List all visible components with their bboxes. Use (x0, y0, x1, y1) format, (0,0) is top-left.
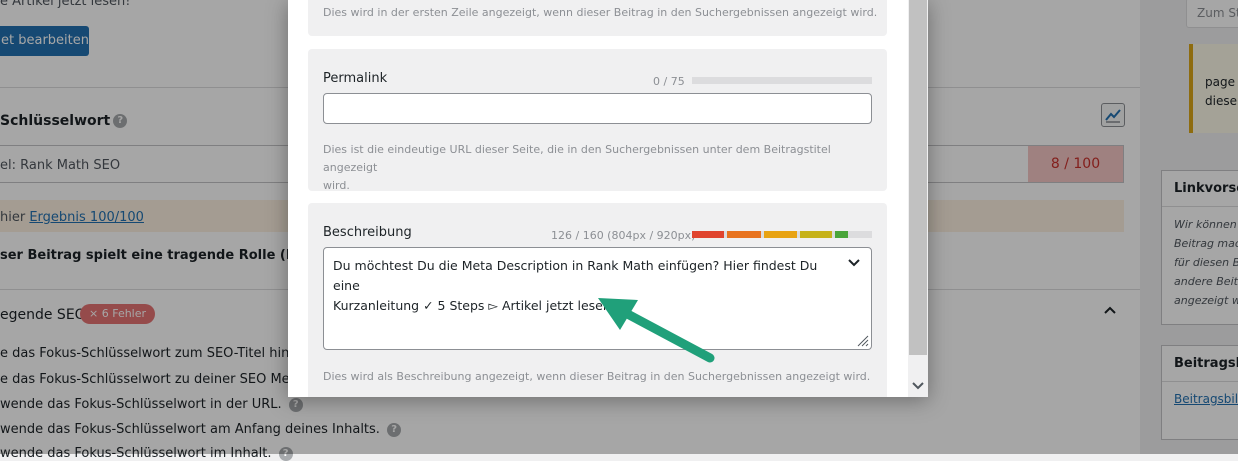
meter-segment (800, 231, 832, 238)
scroll-down-icon[interactable] (912, 381, 924, 391)
arrow-annotation-icon (598, 298, 715, 363)
description-length-meter (692, 231, 872, 238)
permalink-help-line: wird. (323, 179, 350, 192)
description-text-line: Kurzanleitung ✓ 5 Steps ▻ Artikel jetzt … (333, 298, 616, 313)
description-label: Beschreibung (323, 225, 412, 240)
meter-segment (764, 231, 797, 238)
resize-grip-icon[interactable] (855, 333, 869, 347)
meter-segment (727, 231, 761, 238)
chevron-down-icon[interactable] (847, 255, 861, 269)
title-help-text: Dies wird in der ersten Zeile angezeigt,… (323, 6, 878, 19)
permalink-length-meter (692, 77, 872, 84)
description-text-line: Du möchtest Du die Meta Description in R… (333, 258, 818, 293)
title-panel: Dies wird in der ersten Zeile angezeigt,… (308, 0, 887, 36)
scrollbar-thumb[interactable] (909, 0, 927, 355)
permalink-counter: 0 / 75 (653, 75, 685, 88)
meter-segment (692, 231, 724, 238)
description-help-text: Dies wird als Beschreibung angezeigt, we… (323, 370, 871, 383)
modal-scrollbar[interactable] (908, 0, 928, 397)
meter-segment (835, 231, 848, 238)
permalink-panel: Permalink 0 / 75 Dies ist die eindeutige… (308, 49, 887, 192)
permalink-input[interactable] (323, 93, 872, 124)
permalink-help-text: Dies ist die eindeutige URL dieser Seite… (323, 141, 887, 195)
permalink-help-line: Dies ist die eindeutige URL dieser Seite… (323, 143, 831, 174)
permalink-label: Permalink (323, 71, 388, 86)
description-counter: 126 / 160 (804px / 920px) (551, 229, 696, 242)
